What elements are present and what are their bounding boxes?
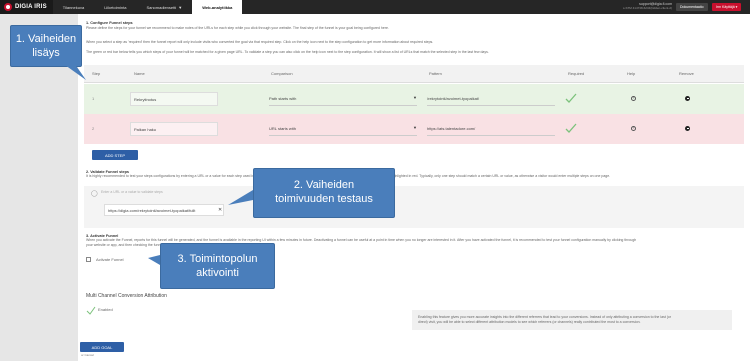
- validate-input-placeholder: Enter a URL or a value to validate steps: [101, 190, 163, 194]
- callout-line: 1. Vaiheiden: [15, 33, 77, 45]
- globe-icon: ◯: [91, 191, 98, 197]
- validate-steps-box: ◯ Enter a URL or a value to validate ste…: [84, 186, 744, 228]
- brand-name: DIGIA IRIS: [15, 4, 47, 10]
- remove-step-icon[interactable]: [685, 96, 690, 101]
- top-navigation-bar: DIGIA IRIS Tilannekuva Liiketoiminta San…: [0, 0, 750, 14]
- section-description: The green or red bar below tells you whi…: [86, 50, 489, 54]
- step-name-input[interactable]: Paikan haku: [130, 122, 218, 136]
- comparison-select[interactable]: URL starts with: [269, 122, 417, 136]
- column-header-step: Step: [92, 71, 101, 76]
- column-header-name: Name: [134, 71, 145, 76]
- section-heading-configure-steps: 1. Configure Funnel steps: [86, 21, 133, 25]
- nav-item-label: Sanomadiensetti: [146, 4, 177, 10]
- help-icon[interactable]: ?: [631, 96, 636, 101]
- pattern-input[interactable]: /rekrytointi/avoimet-tyopaikat/: [427, 92, 555, 106]
- callout-funnel-activation: 3. Toimintopolun aktivointi: [160, 243, 275, 289]
- nav-item-label: Liiketoiminta: [104, 4, 127, 10]
- required-check-icon[interactable]: [564, 91, 578, 105]
- table-row: 1 Rekrytinotus Path starts with ▼ /rekry…: [84, 84, 744, 114]
- column-header-required: Required: [568, 71, 585, 76]
- callout-step-adding: 1. Vaiheiden lisäys: [10, 25, 82, 67]
- section-description: Please define the steps for your funnel …: [86, 26, 389, 30]
- step-name-input[interactable]: Rekrytinotus: [130, 92, 218, 106]
- step-number: 1: [92, 96, 95, 101]
- dropdown-arrow-icon[interactable]: ▼: [413, 95, 417, 100]
- nav-item-liiketoiminta[interactable]: Liiketoiminta: [94, 0, 136, 14]
- section-description: It is highly recommended to test your st…: [86, 174, 611, 178]
- nav-item-tilannekuva[interactable]: Tilannekuva: [53, 0, 94, 14]
- activate-funnel-checkbox[interactable]: [86, 257, 91, 262]
- add-goal-button[interactable]: ADD GOAL: [80, 342, 124, 352]
- column-header-help: Help: [627, 71, 636, 76]
- column-header-pattern: Pattern: [429, 71, 442, 76]
- pattern-input[interactable]: https://ats.talentadore.com/: [427, 122, 555, 136]
- column-header-comparison: Comparison: [271, 71, 293, 76]
- funnel-steps-table-header: Step Name Comparison Pattern Required He…: [84, 65, 744, 83]
- callout-line: lisäys: [32, 47, 60, 59]
- documentation-button[interactable]: Dokumentaatio: [676, 3, 708, 11]
- nav-item-label: Web-analytiikka: [202, 4, 233, 10]
- main-nav: Tilannekuva Liiketoiminta Sanomadiensett…: [53, 0, 243, 14]
- required-check-icon[interactable]: [564, 121, 578, 135]
- help-icon[interactable]: ?: [631, 126, 636, 131]
- chevron-down-icon: ▼: [178, 4, 183, 10]
- remove-step-icon[interactable]: [685, 126, 690, 131]
- nav-item-label: Tilannekuva: [62, 4, 85, 10]
- nav-item-sanomadiensetti[interactable]: Sanomadiensetti ▼: [136, 0, 192, 14]
- comparison-select[interactable]: Path starts with: [269, 92, 417, 106]
- digia-logo-icon: [4, 3, 12, 11]
- mcca-enabled-label[interactable]: Enabled: [98, 307, 113, 312]
- clear-icon[interactable]: ✕: [218, 207, 222, 213]
- account-menu-button[interactable]: Irm Käyttäjä ▾: [712, 3, 742, 11]
- add-step-button[interactable]: ADD STEP: [92, 150, 138, 160]
- user-info: support@digia.fi.com s-STM 414738-6234(h…: [612, 2, 672, 10]
- mcca-title: Multi Channel Conversion Attribution: [86, 293, 167, 299]
- activate-funnel-label[interactable]: Activate Funnel: [96, 257, 124, 262]
- add-goal-label: ADD GOAL: [91, 344, 113, 350]
- callout-line: 2. Vaiheiden: [293, 179, 355, 191]
- mcca-info-text: direct) visit, you will be able to selec…: [418, 320, 641, 324]
- validate-url-input[interactable]: https://digia.com/rekrytointi/avoimet-ty…: [104, 204, 224, 216]
- brand-logo[interactable]: DIGIA IRIS: [0, 0, 53, 14]
- cancel-link[interactable]: or Cancel: [81, 353, 94, 358]
- nav-item-web-analytiikka[interactable]: Web-analytiikka: [192, 0, 243, 14]
- table-row: 2 Paikan haku URL starts with ▼ https://…: [84, 114, 744, 144]
- callout-step-testing: 2. Vaiheiden toimivuuden testaus: [253, 168, 395, 218]
- step-number: 2: [92, 126, 95, 131]
- callout-line: aktivointi: [196, 267, 239, 279]
- callout-line: 3. Toimintopolun: [177, 253, 258, 265]
- column-header-remove: Remove: [679, 71, 694, 76]
- enabled-check-icon[interactable]: [86, 305, 96, 315]
- add-step-label: ADD STEP: [104, 152, 125, 158]
- dropdown-arrow-icon[interactable]: ▼: [413, 125, 417, 130]
- user-id: s-STM 414738-6234(hidden-client-2): [622, 6, 672, 10]
- callout-line: toimivuuden testaus: [275, 193, 373, 205]
- mcca-info-box: Enabling this feature gives you more acc…: [412, 310, 732, 330]
- section-description: When you select a step as 'required' the…: [86, 40, 434, 44]
